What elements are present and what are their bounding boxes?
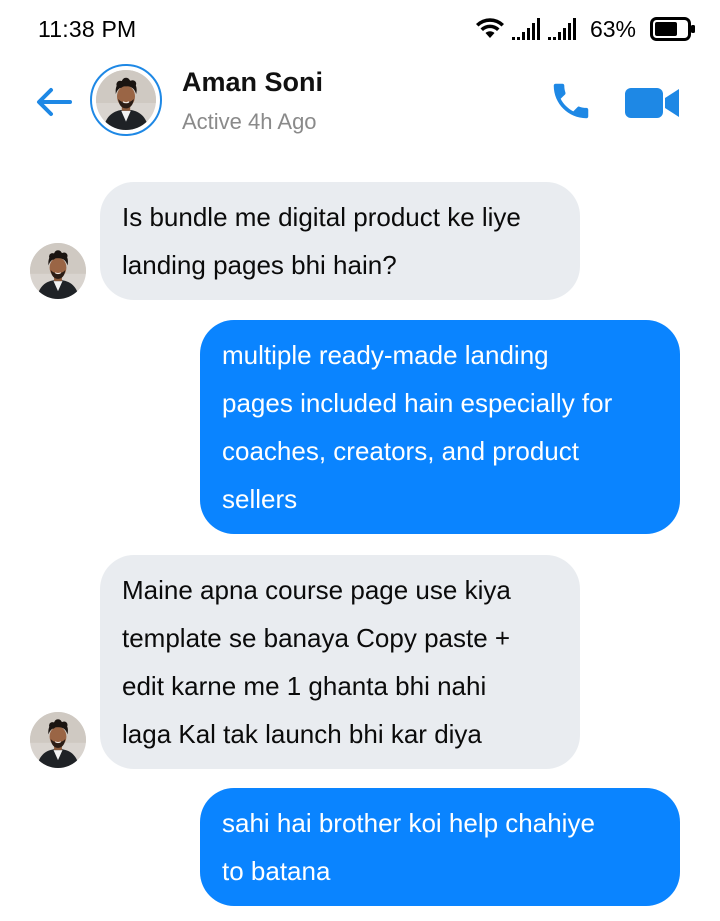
back-button[interactable] — [32, 82, 76, 122]
message-text: template se banaya Copy paste + — [122, 623, 511, 653]
battery-icon — [650, 17, 696, 41]
signal-icon — [547, 18, 576, 40]
back-arrow-icon — [37, 88, 72, 116]
chat-header: Aman Soni Active 4h Ago — [0, 58, 720, 158]
message-text: edit karne me 1 ghanta bhi nahi — [122, 671, 487, 701]
avatar — [96, 70, 156, 130]
video-call-button[interactable] — [625, 84, 681, 122]
contact-name[interactable]: Aman Soni — [182, 67, 323, 98]
battery-percentage: 63% — [589, 15, 636, 42]
signal-icon — [511, 18, 540, 40]
message-text: laga Kal tak launch bhi kar diya — [122, 719, 482, 749]
sender-avatar[interactable] — [30, 243, 86, 299]
message-text: Maine apna course page use kiya — [122, 575, 511, 605]
message-bubble-outgoing[interactable]: sahi hai brother koi help chahiye to bat… — [200, 788, 680, 906]
video-camera-icon — [625, 88, 679, 118]
message-text: sellers — [222, 484, 298, 514]
status-bar: 11:38 PM 63% — [0, 0, 720, 58]
avatar — [30, 243, 86, 299]
message-text: landing pages bhi hain? — [122, 250, 397, 280]
voice-call-button[interactable] — [548, 78, 594, 124]
message-text: multiple ready-made landing — [222, 340, 549, 370]
message-bubble-incoming[interactable]: Is bundle me digital product ke liye lan… — [100, 182, 580, 300]
message-bubble-outgoing[interactable]: multiple ready-made landing pages includ… — [200, 320, 680, 534]
message-bubble-incoming[interactable]: Maine apna course page use kiya template… — [100, 555, 580, 769]
avatar — [30, 712, 86, 768]
contact-status: Active 4h Ago — [182, 109, 317, 134]
phone-icon — [553, 83, 589, 119]
status-time: 11:38 PM — [38, 16, 137, 42]
wifi-icon — [475, 18, 504, 40]
message-text: coaches, creators, and product — [222, 436, 579, 466]
message-text: to batana — [222, 856, 331, 886]
message-text: Is bundle me digital product ke liye — [122, 202, 521, 232]
message-text: pages included hain especially for — [222, 388, 613, 418]
status-icons: 63% — [475, 14, 696, 44]
message-text: sahi hai brother koi help chahiye — [222, 808, 595, 838]
contact-avatar[interactable] — [90, 64, 162, 136]
sender-avatar[interactable] — [30, 712, 86, 768]
chat-screen: 11:38 PM 63% Aman Soni Active 4h Ago Is … — [0, 0, 720, 921]
